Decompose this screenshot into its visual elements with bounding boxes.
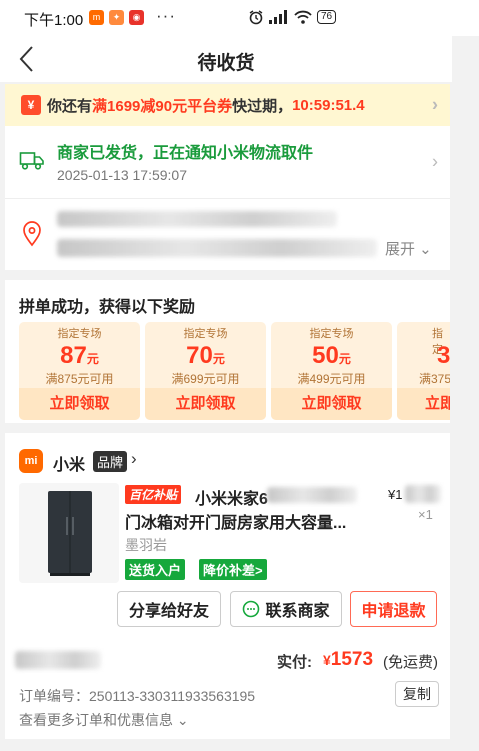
signal-icon xyxy=(269,10,287,24)
coupon-condition: 满699元可用 xyxy=(171,372,240,386)
coupon-tag: 指定专场 xyxy=(57,328,102,340)
battery-icon: 76 xyxy=(317,10,337,24)
xiaomi-logo: mi xyxy=(19,449,43,473)
price-protection-tag[interactable]: 降价补差> xyxy=(199,559,267,580)
shipping-timestamp: 2025-01-13 17:59:07 xyxy=(57,167,187,183)
order-card: mi 小米 品牌 › 百亿补贴 小米米家6 门冰箱对开门厨房家用大容量... ¥… xyxy=(5,433,450,739)
shipping-status-text: 商家已发货，正在通知小米物流取件 xyxy=(57,145,314,162)
subsidy-badge: 百亿补贴 xyxy=(125,485,182,504)
coupon-condition: 满499元可用 xyxy=(297,372,366,386)
order-number: 订单编号：250113-330311933563195 xyxy=(19,688,256,704)
page-title: 待收货 xyxy=(197,53,255,74)
chevron-right-icon: › xyxy=(432,151,438,172)
location-pin-icon xyxy=(23,221,41,247)
shipping-free-note: (免运费) xyxy=(383,654,438,671)
coupon-amount: 3 xyxy=(437,342,450,369)
product-image[interactable] xyxy=(19,483,119,583)
brand-badge: 品牌 xyxy=(93,451,128,472)
coupon-condition: 满375 xyxy=(419,372,450,386)
home-delivery-tag: 送货入户 xyxy=(125,559,186,580)
truck-icon xyxy=(19,152,44,170)
expand-address-link[interactable]: 展开 ⌄ xyxy=(385,238,432,259)
claim-coupon-button[interactable]: 立即领取 xyxy=(19,388,140,420)
chevron-right-icon: › xyxy=(432,94,438,115)
chevron-down-icon: ⌄ xyxy=(415,241,432,258)
page-header: 待收货 xyxy=(0,36,452,82)
reward-coupon[interactable]: 指定专场 50元 满499元可用 立即领取 xyxy=(271,322,392,420)
shop-name[interactable]: 小米 xyxy=(53,451,85,475)
claim-coupon-button[interactable]: 立即领取 xyxy=(271,388,392,420)
price-redacted xyxy=(405,485,441,503)
product-title-redacted xyxy=(267,487,357,503)
product-quantity: ×1 xyxy=(418,507,433,522)
chat-icon xyxy=(243,600,260,618)
coupon-tag: 指定专场 xyxy=(309,328,354,340)
mi-app-icon: m xyxy=(89,10,104,25)
coupon-countdown: 10:59:51.4 xyxy=(292,96,365,114)
address-detail-redacted xyxy=(57,239,377,257)
info-redacted xyxy=(15,651,101,669)
chevron-right-icon[interactable]: › xyxy=(131,449,137,469)
group-buy-rewards: 拼单成功，获得以下奖励 指定专场 87元 满875元可用 立即领取 指定专场 7… xyxy=(5,280,450,423)
product-price: ¥1 xyxy=(388,487,403,502)
paid-label: 实付: xyxy=(277,654,312,671)
share-button[interactable]: 分享给好友 xyxy=(117,591,221,627)
product-spec: 墨羽岩 xyxy=(125,537,167,553)
paid-amount: ¥1573 xyxy=(323,649,374,670)
coupon-tag: 指定专场 xyxy=(183,328,228,340)
coupon-expiry-banner[interactable]: ¥ 你还有 满1699减90元平台券 快过期， 10:59:51.4 › xyxy=(5,84,450,126)
status-indicators: 76 xyxy=(248,8,337,26)
coupon-amount: 50元 xyxy=(312,342,351,369)
reward-coupon[interactable]: 指定 3 满375 立即 xyxy=(397,322,450,420)
shipping-status-card[interactable]: 商家已发货，正在通知小米物流取件 2025-01-13 17:59:07 › xyxy=(5,126,450,198)
delivery-address-card[interactable]: 展开 ⌄ xyxy=(5,198,450,270)
shopping-app-icon: ✦ xyxy=(109,10,124,25)
reward-coupon[interactable]: 指定专场 70元 满699元可用 立即领取 xyxy=(145,322,266,420)
reward-coupon[interactable]: 指定专场 87元 满875元可用 立即领取 xyxy=(19,322,140,420)
coupon-amount: 70元 xyxy=(186,342,225,369)
coupon-prefix: 你还有 xyxy=(47,97,93,115)
coupon-middle: 快过期， xyxy=(232,97,293,115)
chevron-down-icon: ⌄ xyxy=(173,712,189,728)
coupon-condition: 满875元可用 xyxy=(45,372,114,386)
product-title[interactable]: 小米米家6 xyxy=(195,485,268,509)
status-bar: 下午1:00 m ✦ ◉ ··· 76 xyxy=(0,0,479,36)
coupon-offer: 满1699减90元平台券 xyxy=(92,97,233,115)
claim-coupon-button[interactable]: 立即领取 xyxy=(145,388,266,420)
request-refund-button[interactable]: 申请退款 xyxy=(350,591,437,627)
wifi-icon xyxy=(294,10,312,24)
contact-merchant-label: 联系商家 xyxy=(265,603,330,620)
alarm-icon xyxy=(249,10,263,25)
status-time: 下午1:00 xyxy=(24,12,84,29)
rewards-title: 拼单成功，获得以下奖励 xyxy=(19,299,196,316)
address-name-redacted xyxy=(57,211,337,227)
claim-coupon-button[interactable]: 立即 xyxy=(397,388,450,420)
copy-order-number-button[interactable]: 复制 xyxy=(395,681,439,707)
more-notifications-icon: ··· xyxy=(156,6,176,25)
coupon-amount: 87元 xyxy=(60,342,99,369)
contact-merchant-button[interactable]: 联系商家 xyxy=(230,591,342,627)
more-order-info-link[interactable]: 查看更多订单和优惠信息 ⌄ xyxy=(19,710,189,730)
product-title-line2[interactable]: 门冰箱对开门厨房家用大容量... xyxy=(125,509,346,533)
coupon-yen-icon: ¥ xyxy=(21,95,41,115)
pinduoduo-app-icon: ◉ xyxy=(129,10,144,25)
